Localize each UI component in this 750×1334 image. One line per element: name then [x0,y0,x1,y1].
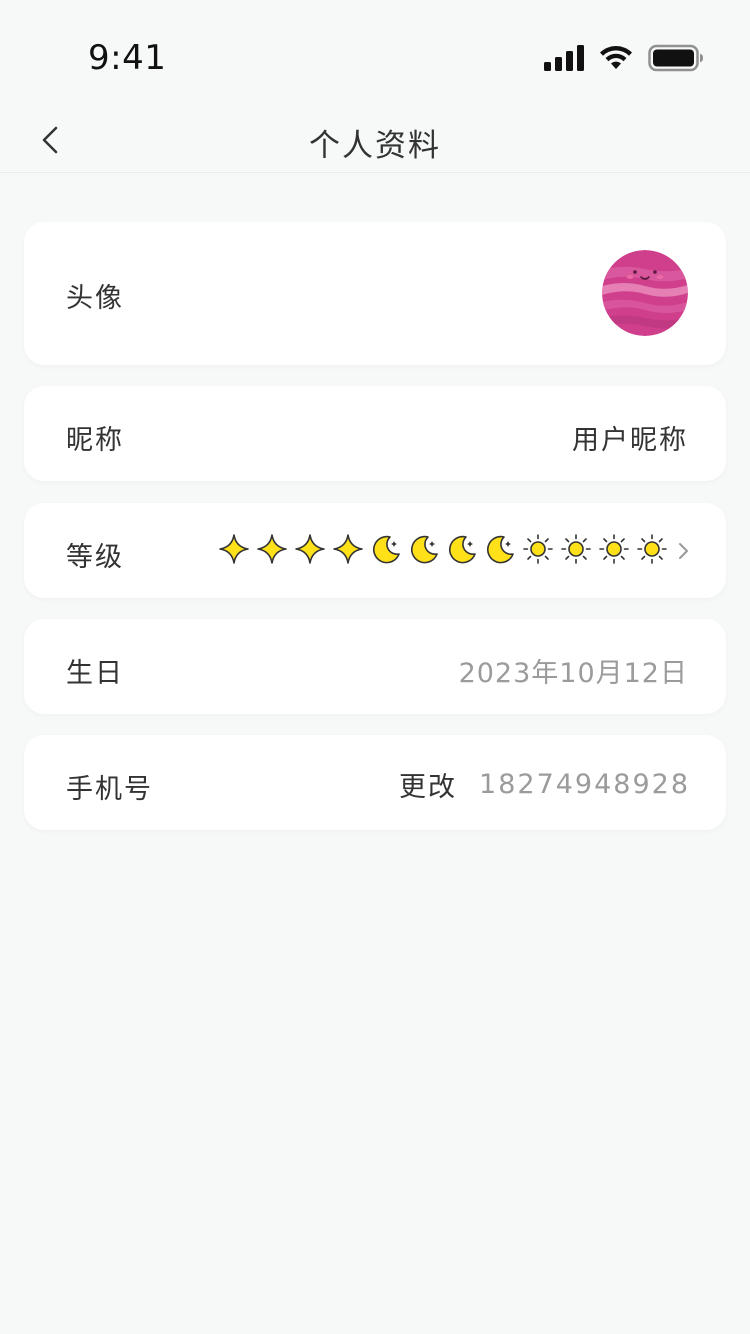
level-label: 等级 [66,542,124,573]
nickname-value: 用户昵称 [572,425,688,456]
page-title: 个人资料 [309,128,441,164]
level-icons [218,533,668,565]
status-time: 9:41 [88,38,167,78]
signal-icon [544,45,584,71]
level-row[interactable]: 等级 [24,503,726,598]
nav-bar: 个人资料 [0,110,750,173]
birthday-row[interactable]: 生日 2023年10月12日 [24,619,726,714]
moon-icon [486,535,514,564]
change-phone-button[interactable]: 更改 [399,765,457,804]
phone-value-group: 更改 18274948928 [399,765,690,804]
birthday-label: 生日 [66,658,124,689]
moon-icon [372,535,400,564]
sun-icon [561,534,591,564]
nickname-label: 昵称 [66,425,124,456]
sparkle-icon [257,534,287,564]
status-bar: 9:41 [0,0,750,110]
phone-number: 18274948928 [479,769,690,800]
nickname-row[interactable]: 昵称 用户昵称 [24,386,726,481]
sparkle-icon [219,534,249,564]
moon-icon [410,535,438,564]
avatar[interactable] [602,250,688,336]
phone-label: 手机号 [66,774,153,805]
sun-icon [523,534,553,564]
avatar-row[interactable]: 头像 [24,222,726,365]
status-icons [544,44,704,72]
chevron-right-icon [679,543,688,559]
sun-icon [599,534,629,564]
birthday-value: 2023年10月12日 [458,658,688,689]
sun-icon [637,534,667,564]
sparkle-icon [333,534,363,564]
avatar-label: 头像 [66,283,124,314]
moon-icon [448,535,476,564]
phone-row: 手机号 更改 18274948928 [24,735,726,830]
wifi-icon [600,46,632,69]
sparkle-icon [295,534,325,564]
battery-icon [648,44,703,72]
